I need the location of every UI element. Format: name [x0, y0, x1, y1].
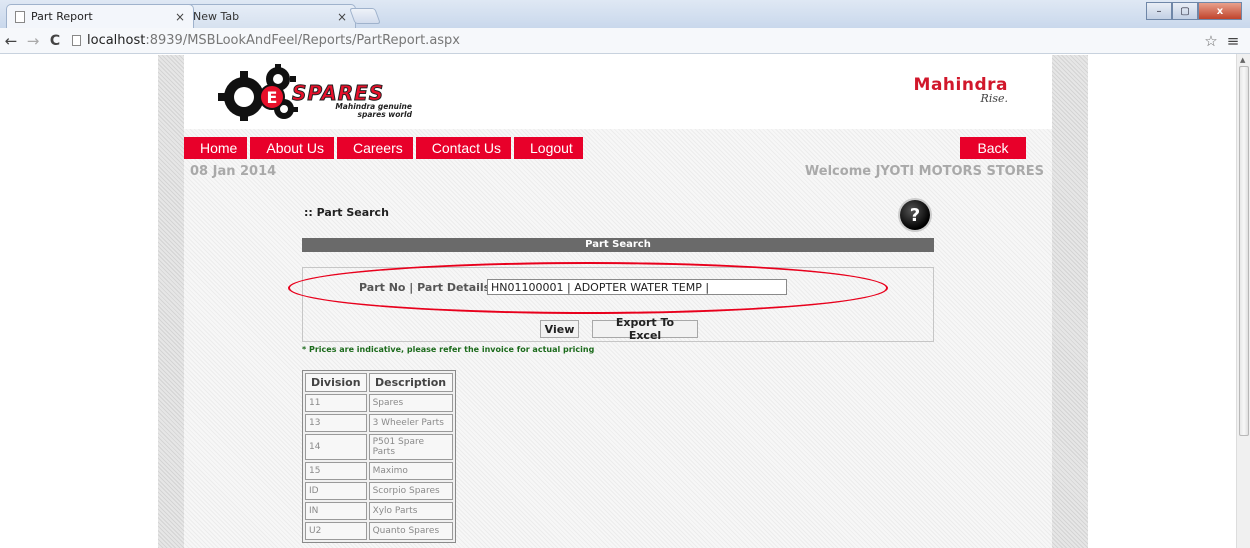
mahindra-logo: Mahindra Rise. — [914, 75, 1008, 105]
svg-text:E: E — [267, 88, 278, 107]
division-code: 15 — [305, 462, 367, 480]
url-host: localhost — [87, 33, 146, 48]
table-row: IN Xylo Parts — [305, 502, 453, 520]
page-viewport: E SPARES Mahindra genuine spares world M… — [0, 55, 1236, 548]
division-description: Xylo Parts — [368, 502, 453, 520]
page-icon — [72, 35, 81, 46]
tab-part-report[interactable]: Part Report × — [6, 4, 194, 28]
gears-icon: E — [218, 64, 298, 121]
division-description: Maximo — [368, 462, 453, 480]
logo-tagline: Mahindra genuine spares world — [316, 103, 412, 119]
site-header: E SPARES Mahindra genuine spares world M… — [184, 55, 1052, 129]
back-arrow-icon[interactable]: ← — [0, 32, 22, 50]
division-code: 11 — [305, 394, 367, 412]
close-icon[interactable]: × — [175, 10, 185, 24]
nav-about-us[interactable]: About Us — [250, 137, 334, 159]
nav-careers[interactable]: Careers — [336, 137, 413, 159]
export-to-excel-button[interactable]: Export To Excel — [592, 316, 698, 342]
forward-arrow-icon[interactable]: → — [22, 32, 44, 50]
nav-home[interactable]: Home — [184, 137, 248, 159]
espares-logo[interactable]: E SPARES Mahindra genuine spares world — [214, 63, 414, 123]
scroll-thumb[interactable] — [1239, 66, 1249, 436]
page-icon — [15, 10, 25, 23]
current-date: 08 Jan 2014 — [190, 164, 277, 179]
page-frame: E SPARES Mahindra genuine spares world M… — [158, 55, 1088, 548]
tab-new-tab[interactable]: New Tab × — [184, 4, 356, 28]
page-content: E SPARES Mahindra genuine spares world M… — [184, 55, 1052, 548]
tab-title: Part Report — [31, 10, 93, 23]
division-description: Scorpio Spares — [368, 482, 453, 500]
division-description: Quanto Spares — [368, 522, 453, 540]
division-code: 14 — [305, 434, 367, 460]
window-close-icon[interactable]: x — [1198, 2, 1242, 20]
main-nav: Home About Us Careers Contact Us Logout — [184, 137, 586, 159]
url-path: :8939/MSBLookAndFeel/Reports/PartReport.… — [145, 33, 460, 48]
logo-tagline-line2: spares world — [357, 110, 412, 119]
section-title: :: Part Search — [304, 206, 389, 219]
division-code: ID — [305, 482, 367, 500]
column-header: Description — [368, 373, 453, 392]
back-button[interactable]: Back — [960, 137, 1026, 159]
nav-contact-us[interactable]: Contact Us — [415, 137, 511, 159]
table-row: 15 Maximo — [305, 462, 453, 480]
division-code: 13 — [305, 414, 367, 432]
division-description: P501 Spare Parts — [368, 434, 453, 460]
column-header: Division — [305, 373, 367, 392]
division-code: IN — [305, 502, 367, 520]
welcome-message: Welcome JYOTI MOTORS STORES — [804, 164, 1044, 179]
panel-header: Part Search — [302, 238, 934, 252]
minimize-icon[interactable]: – — [1146, 2, 1172, 20]
view-button[interactable]: View — [540, 320, 579, 338]
address-bar[interactable]: localhost :8939/MSBLookAndFeel/Reports/P… — [72, 31, 1192, 51]
menu-icon[interactable]: ≡ — [1222, 32, 1244, 50]
division-description: Spares — [368, 394, 453, 412]
reload-icon[interactable]: C — [44, 33, 66, 49]
table-row: 13 3 Wheeler Parts — [305, 414, 453, 432]
division-table: Division Description 11 Spares 13 3 Whee… — [302, 370, 456, 543]
table-row: 14 P501 Spare Parts — [305, 434, 453, 460]
table-row: ID Scorpio Spares — [305, 482, 453, 500]
browser-tab-strip: Part Report × New Tab × – ▢ x — [0, 0, 1250, 28]
close-icon[interactable]: × — [337, 10, 347, 24]
bookmark-star-icon[interactable]: ☆ — [1200, 32, 1222, 50]
nav-logout[interactable]: Logout — [514, 137, 583, 159]
window-controls: – ▢ x — [1146, 2, 1242, 20]
highlight-annotation — [288, 262, 888, 314]
division-code: U2 — [305, 522, 367, 540]
tab-title: New Tab — [193, 10, 240, 23]
pricing-note: * Prices are indicative, please refer th… — [302, 345, 595, 354]
browser-toolbar: ← → C localhost :8939/MSBLookAndFeel/Rep… — [0, 28, 1250, 54]
table-row: U2 Quanto Spares — [305, 522, 453, 540]
vertical-scrollbar[interactable]: ▲ — [1236, 54, 1250, 548]
scroll-up-icon[interactable]: ▲ — [1240, 56, 1245, 64]
division-description: 3 Wheeler Parts — [368, 414, 453, 432]
table-header-row: Division Description — [305, 373, 453, 392]
help-icon[interactable]: ? — [900, 200, 930, 230]
table-row: 11 Spares — [305, 394, 453, 412]
new-tab-button[interactable] — [349, 8, 381, 24]
maximize-icon[interactable]: ▢ — [1172, 2, 1198, 20]
